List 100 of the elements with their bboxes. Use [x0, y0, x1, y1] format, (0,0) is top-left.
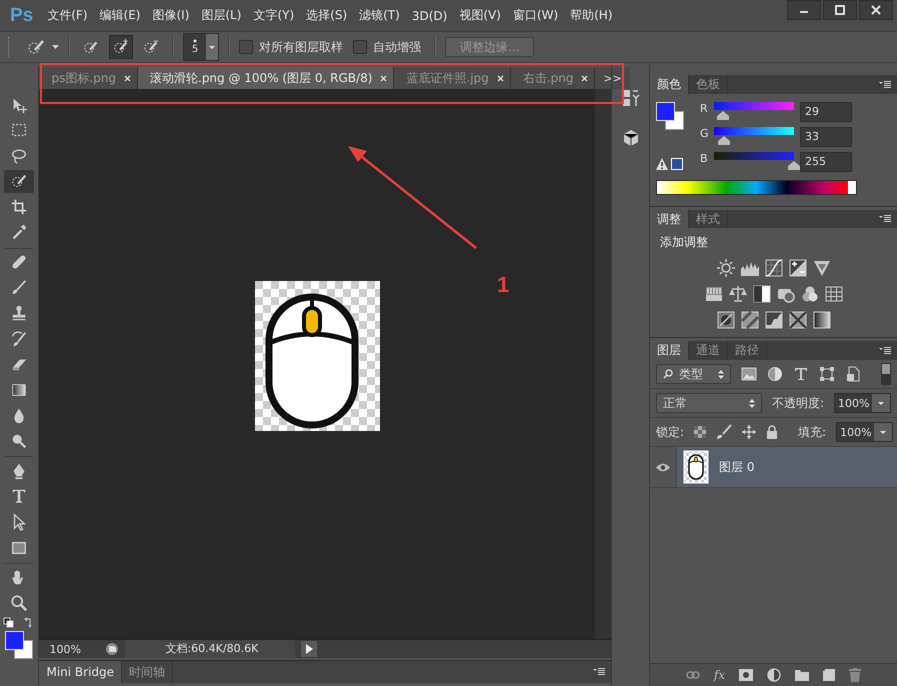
plus-minus-icon[interactable] [788, 259, 806, 277]
half-circle-filter-icon[interactable] [767, 366, 783, 382]
menu-item[interactable]: 3D(D) [412, 8, 448, 22]
panel-menu-icon[interactable] [879, 215, 891, 223]
checkbox-label[interactable]: 自动增强 [373, 38, 421, 56]
circle-slash-icon[interactable] [716, 311, 734, 329]
close-button[interactable] [859, 0, 893, 20]
slider-thumb[interactable] [718, 136, 730, 145]
gamut-color-swatch[interactable] [671, 158, 683, 170]
menu-item[interactable]: 文件(F) [47, 7, 88, 24]
color-swatches-drawing[interactable] [5, 630, 34, 659]
panel-tab[interactable]: Mini Bridge [39, 661, 122, 683]
menu-item[interactable]: 帮助(H) [570, 7, 613, 24]
panel-tab[interactable]: 样式 [689, 210, 728, 228]
scales-icon[interactable] [728, 285, 746, 303]
stamp-tool-icon[interactable] [10, 304, 28, 322]
maximize-button[interactable] [823, 0, 857, 20]
dropdown-caret-icon[interactable] [874, 423, 892, 441]
channel-value-field[interactable]: 33 [800, 127, 852, 147]
panel-tab[interactable]: 调整 [650, 210, 689, 228]
new-layer-icon[interactable] [823, 669, 836, 681]
caret-icon[interactable] [52, 44, 59, 50]
tab-overflow-button[interactable]: >> [595, 67, 630, 89]
eye-icon[interactable] [656, 462, 670, 472]
zoom-level[interactable]: 100% [39, 642, 100, 656]
three-circles-icon[interactable] [800, 285, 818, 303]
close-icon[interactable] [380, 74, 388, 82]
half-square-icon[interactable] [752, 285, 770, 303]
menu-item[interactable]: 视图(V) [459, 7, 501, 24]
panel-menu-icon[interactable] [879, 346, 891, 354]
play-icon[interactable] [301, 641, 318, 657]
minimize-button[interactable] [787, 0, 821, 20]
eyedropper-tool-icon[interactable] [10, 223, 28, 242]
type-tool-icon[interactable] [10, 487, 28, 506]
document-tab[interactable]: 右击.png [510, 67, 596, 89]
filter-toggle-icon[interactable] [881, 363, 891, 385]
panel-tab[interactable]: 通道 [689, 341, 728, 360]
document-tab[interactable]: 蓝底证件照.jpg [394, 67, 511, 89]
diagonal-stripes-icon[interactable] [740, 311, 758, 329]
panel-tab[interactable]: 图层 [650, 341, 689, 360]
document-tab[interactable]: 滚动滑轮.png @ 100% (图层 0, RGB/8) [138, 67, 394, 89]
grid-icon[interactable] [824, 285, 842, 303]
channel-value-field[interactable]: 29 [800, 102, 852, 122]
menu-item[interactable]: 图像(I) [152, 7, 190, 24]
close-icon[interactable] [496, 74, 504, 82]
color-bars-icon[interactable] [704, 285, 722, 303]
scrollbar[interactable] [595, 89, 612, 639]
x-square-icon[interactable] [788, 311, 806, 329]
panel-tab[interactable]: 颜色 [650, 75, 689, 94]
smart-object-filter-icon[interactable] [845, 366, 861, 382]
opacity-field[interactable]: 100% [834, 393, 891, 413]
menu-item[interactable]: 图层(L) [201, 7, 242, 24]
brush-size-picker[interactable]: 5 [183, 33, 219, 61]
menu-item[interactable]: 滤镜(T) [359, 7, 400, 24]
lock-icon[interactable] [766, 425, 778, 439]
folder-icon[interactable] [795, 669, 810, 681]
menu-item[interactable]: 选择(S) [306, 7, 348, 24]
image-filter-icon[interactable] [741, 366, 757, 382]
cube-panel-icon[interactable] [622, 129, 640, 147]
checkbox[interactable] [353, 40, 367, 54]
menu-item[interactable]: 文字(Y) [253, 7, 294, 24]
fill-field[interactable]: 100% [836, 422, 894, 442]
checkbox-label[interactable]: 对所有图层取样 [259, 38, 343, 56]
checkbox[interactable] [239, 40, 253, 54]
zoom-tool-icon[interactable] [10, 594, 28, 612]
page-icon[interactable] [105, 642, 120, 656]
crop-tool-icon[interactable] [10, 198, 28, 216]
layer-effects-button[interactable]: fx [714, 668, 726, 682]
close-icon[interactable] [124, 74, 131, 82]
panel-tab[interactable]: 路径 [728, 341, 767, 360]
layer-name[interactable]: 图层 0 [719, 458, 754, 476]
gradient-square-icon[interactable] [812, 311, 830, 329]
mask-icon[interactable] [739, 669, 754, 681]
add-selection-brush-icon[interactable] [112, 38, 130, 56]
move-arrows-icon[interactable] [742, 425, 756, 439]
brush-tool-icon[interactable] [10, 278, 28, 297]
close-icon[interactable] [581, 74, 588, 82]
color-spectrum-bar[interactable] [656, 180, 857, 195]
panel-tab[interactable]: 色板 [689, 75, 728, 94]
document-tab[interactable]: ps图标.png [39, 67, 138, 89]
link-icon[interactable] [686, 671, 700, 679]
sun-icon[interactable] [716, 259, 734, 277]
slider-thumb[interactable] [717, 111, 730, 120]
brush-icon[interactable] [716, 424, 732, 440]
shape-filter-icon[interactable] [819, 366, 835, 382]
subtract-selection-brush-icon[interactable] [142, 38, 160, 56]
color-swatches-drawing[interactable] [656, 102, 684, 130]
layer-thumbnail[interactable] [683, 450, 709, 484]
panel-menu-icon[interactable] [593, 668, 606, 676]
dodge-tool-icon[interactable] [10, 432, 28, 450]
history-brush-tool-icon[interactable] [10, 330, 28, 348]
layer-row[interactable]: 图层 0 [650, 447, 897, 488]
blend-mode-select[interactable]: 正常 [656, 393, 762, 413]
menu-item[interactable]: 窗口(W) [512, 7, 558, 24]
panel-tab[interactable]: 时间轴 [122, 661, 174, 683]
panel-menu-icon[interactable] [879, 80, 891, 88]
slider-thumb[interactable] [788, 161, 800, 170]
lock-pixels-checker-icon[interactable] [694, 426, 706, 438]
lasso-tool-icon[interactable] [10, 146, 28, 165]
zigzag-icon[interactable] [764, 311, 782, 329]
